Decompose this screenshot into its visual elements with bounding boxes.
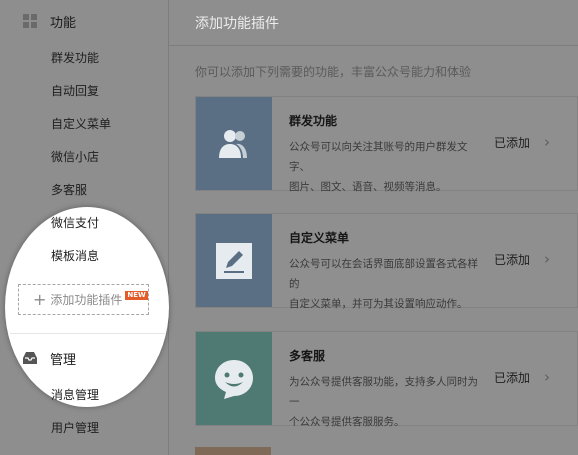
sidebar-item-mass-send[interactable]: 群发功能: [51, 50, 99, 66]
title-divider: [169, 45, 578, 46]
plugin-desc: 公众号可以在会话界面底部设置各式各样的 自定义菜单，并可为其设置响应动作。: [289, 254, 482, 314]
manage-section-header: 管理: [22, 348, 76, 368]
plus-icon: +: [33, 289, 47, 309]
intro-text: 你可以添加下列需要的功能，丰富公众号能力和体验: [195, 65, 472, 79]
sidebar-item-auto-reply[interactable]: 自动回复: [51, 83, 99, 99]
plugin-status: 已添加: [494, 253, 531, 267]
plugin-name: 多客服: [289, 349, 326, 363]
plugin-name: 自定义菜单: [289, 231, 350, 245]
plugin-desc-line: 自定义菜单，并可为其设置响应动作。: [289, 298, 468, 310]
plugin-name: 群发功能: [289, 114, 338, 128]
plugin-desc-line: 公众号可以在会话界面底部设置各式各样的: [289, 258, 478, 290]
add-plugin-label: 添加功能插件: [50, 293, 123, 307]
edit-icon: [216, 242, 252, 279]
function-section-title: 功能: [50, 15, 77, 31]
grid-icon: [23, 14, 37, 28]
page-title: 添加功能插件: [195, 16, 279, 32]
sidebar-item-wechat-store[interactable]: 微信小店: [51, 149, 99, 165]
sidebar-item-message-manage[interactable]: 消息管理: [51, 387, 99, 403]
plugin-desc: 为公众号提供客服功能，支持多人同时为一 个公众号提供客服服务。: [289, 372, 482, 432]
plugin-status: 已添加: [494, 136, 531, 150]
inbox-icon: [23, 352, 37, 364]
plugin-thumb: [196, 214, 272, 307]
new-badge: NEW: [125, 291, 148, 300]
sidebar-divider: [10, 333, 165, 334]
sidebar-item-custom-menu[interactable]: 自定义菜单: [51, 116, 111, 132]
chevron-right-icon[interactable]: ›: [544, 133, 550, 151]
plugin-desc: 公众号可以向关注其账号的用户群发文字、 图片、图文、语音、视频等消息。: [289, 137, 482, 197]
add-plugin-button[interactable]: + 添加功能插件 NEW: [18, 284, 149, 315]
users-icon: [219, 129, 247, 158]
chevron-right-icon[interactable]: ›: [544, 368, 550, 386]
sidebar-item-user-manage[interactable]: 用户管理: [51, 420, 99, 436]
plugin-thumb: [196, 332, 272, 425]
function-section-header: 功能: [22, 11, 76, 31]
sidebar-item-template-message[interactable]: 模板消息: [51, 248, 99, 264]
plugin-thumb: [196, 97, 272, 190]
plugin-card-custom-menu[interactable]: 自定义菜单 公众号可以在会话界面底部设置各式各样的 自定义菜单，并可为其设置响应…: [195, 213, 578, 310]
sidebar: 功能 群发功能 自动回复 自定义菜单 微信小店 多客服 微信支付 模板消息 + …: [0, 0, 169, 455]
plugin-card-partial: [195, 447, 271, 455]
plugin-card-customer-service[interactable]: 多客服 为公众号提供客服功能，支持多人同时为一 个公众号提供客服服务。 已添加 …: [195, 331, 578, 428]
plugin-card-mass-send[interactable]: 群发功能 公众号可以向关注其账号的用户群发文字、 图片、图文、语音、视频等消息。…: [195, 96, 578, 193]
smile-chat-icon: [215, 359, 253, 399]
manage-section-title: 管理: [50, 352, 77, 368]
plugin-status: 已添加: [494, 371, 531, 385]
sidebar-item-wechat-pay[interactable]: 微信支付: [51, 215, 99, 231]
sidebar-item-customer-service[interactable]: 多客服: [51, 182, 87, 198]
plugin-desc-line: 图片、图文、语音、视频等消息。: [289, 181, 447, 193]
plugin-desc-line: 为公众号提供客服功能，支持多人同时为一: [289, 376, 478, 408]
plugin-desc-line: 个公众号提供客服服务。: [289, 416, 405, 428]
chevron-right-icon[interactable]: ›: [544, 250, 550, 268]
plugin-desc-line: 公众号可以向关注其账号的用户群发文字、: [289, 141, 468, 173]
